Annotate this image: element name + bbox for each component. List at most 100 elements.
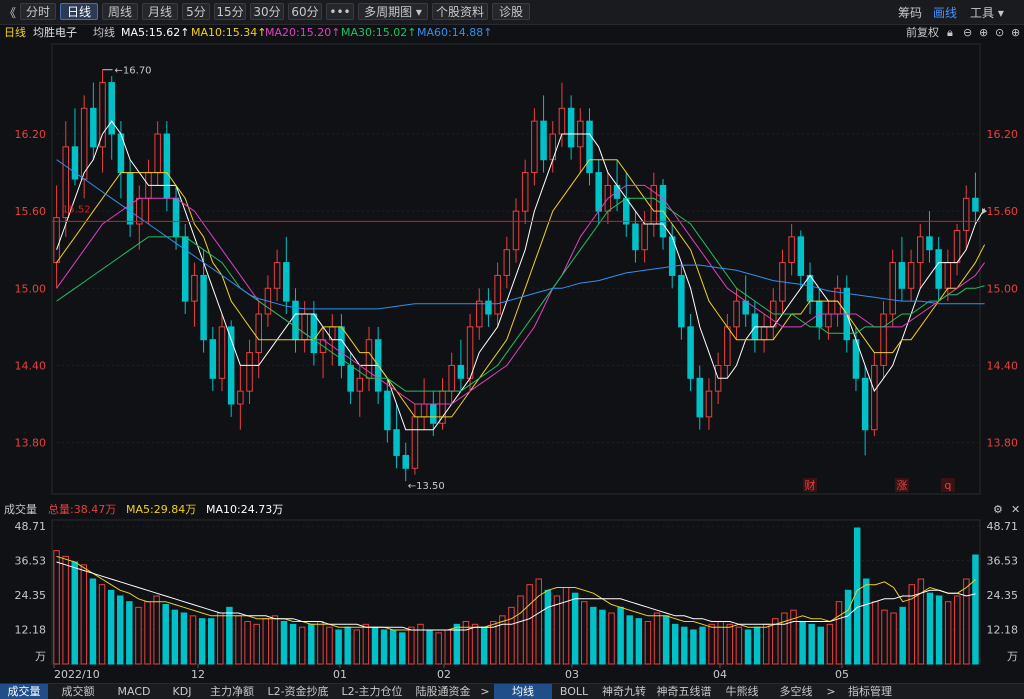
volume-bar[interactable] bbox=[608, 612, 615, 665]
volume-bar[interactable] bbox=[908, 584, 915, 665]
volume-bar[interactable] bbox=[581, 601, 588, 665]
volume-bar[interactable] bbox=[535, 578, 542, 665]
bottom-tab-2[interactable]: MACD bbox=[108, 684, 160, 699]
volume-bar[interactable] bbox=[62, 555, 69, 665]
volume-bar[interactable] bbox=[717, 621, 724, 665]
candle-body[interactable] bbox=[650, 184, 658, 225]
volume-bar[interactable] bbox=[380, 629, 388, 665]
candle-body[interactable] bbox=[586, 120, 593, 174]
candle-body[interactable] bbox=[494, 274, 501, 315]
volume-bar[interactable] bbox=[844, 589, 852, 665]
candle-body[interactable] bbox=[797, 236, 805, 276]
candle-body[interactable] bbox=[825, 313, 832, 328]
volume-bar[interactable] bbox=[444, 629, 451, 665]
candle-body[interactable] bbox=[678, 274, 685, 328]
volume-bar[interactable] bbox=[399, 632, 406, 665]
candle-body[interactable] bbox=[540, 120, 547, 161]
volume-bar[interactable] bbox=[107, 589, 115, 665]
volume-bar[interactable] bbox=[762, 623, 770, 665]
candle-body[interactable] bbox=[926, 236, 933, 251]
candle-body[interactable] bbox=[485, 300, 492, 315]
volume-bar[interactable] bbox=[244, 621, 251, 665]
candle-body[interactable] bbox=[724, 326, 731, 366]
volume-bar[interactable] bbox=[808, 623, 815, 665]
bottom-tab-3[interactable]: KDJ bbox=[162, 684, 202, 699]
candle-body[interactable] bbox=[255, 313, 262, 354]
volume-bar[interactable] bbox=[708, 623, 715, 665]
candle-body[interactable] bbox=[420, 403, 428, 418]
volume-bar[interactable] bbox=[726, 623, 734, 665]
candle-body[interactable] bbox=[972, 197, 979, 212]
volume-bar[interactable] bbox=[353, 629, 361, 665]
candle-body[interactable] bbox=[356, 377, 364, 392]
volume-bar[interactable] bbox=[298, 626, 306, 665]
volume-bar[interactable] bbox=[362, 623, 370, 665]
candle-body[interactable] bbox=[393, 429, 400, 456]
candle-body[interactable] bbox=[521, 172, 529, 212]
bottom-tab-1[interactable]: 成交额 bbox=[50, 684, 106, 699]
candle-body[interactable] bbox=[347, 364, 354, 392]
volume-close-icon[interactable]: ✕ bbox=[1011, 501, 1020, 519]
candle-body[interactable] bbox=[237, 390, 244, 405]
candle-body[interactable] bbox=[402, 454, 409, 469]
volume-bar[interactable] bbox=[671, 623, 679, 665]
candle-body[interactable] bbox=[558, 107, 566, 135]
candle-body[interactable] bbox=[448, 364, 455, 392]
candle-body[interactable] bbox=[889, 262, 896, 315]
volume-bar[interactable] bbox=[653, 612, 661, 665]
volume-bar[interactable] bbox=[935, 595, 943, 665]
volume-bar[interactable] bbox=[899, 606, 906, 665]
volume-bar[interactable] bbox=[389, 629, 397, 665]
volume-bar[interactable] bbox=[344, 626, 351, 665]
volume-bar[interactable] bbox=[853, 527, 861, 665]
volume-bar[interactable] bbox=[863, 578, 870, 665]
volume-bar[interactable] bbox=[280, 621, 288, 665]
volume-bar[interactable] bbox=[972, 554, 979, 665]
volume-bar[interactable] bbox=[826, 623, 834, 665]
volume-bar[interactable] bbox=[408, 626, 415, 665]
volume-bar[interactable] bbox=[963, 578, 970, 665]
volume-bar[interactable] bbox=[189, 615, 197, 665]
candle-body[interactable] bbox=[154, 133, 161, 174]
candle-body[interactable] bbox=[163, 133, 171, 199]
candle-body[interactable] bbox=[136, 197, 143, 225]
candle-body[interactable] bbox=[705, 390, 713, 418]
volume-bar[interactable] bbox=[480, 626, 488, 665]
volume-bar[interactable] bbox=[335, 629, 342, 665]
bottom-tab-4[interactable]: 主力净额 bbox=[204, 684, 260, 699]
candle-body[interactable] bbox=[567, 107, 575, 148]
volume-bar[interactable] bbox=[326, 626, 333, 665]
volume-bar[interactable] bbox=[53, 550, 60, 665]
volume-bar[interactable] bbox=[126, 601, 133, 665]
candle-body[interactable] bbox=[788, 236, 795, 264]
candle-body[interactable] bbox=[338, 326, 345, 366]
volume-bar[interactable] bbox=[253, 623, 260, 665]
candle-body[interactable] bbox=[466, 326, 474, 379]
candle-body[interactable] bbox=[632, 223, 639, 251]
volume-bar[interactable] bbox=[235, 615, 242, 665]
kline-chart[interactable]: 16.20 16.20 15.60 15.60 15.00 15.00 14.40 14.40… bbox=[0, 0, 1024, 698]
candle-body[interactable] bbox=[172, 197, 180, 238]
volume-bar[interactable] bbox=[835, 601, 843, 665]
volume-bar[interactable] bbox=[544, 589, 552, 665]
bottom-tab-15[interactable]: > bbox=[824, 684, 838, 699]
volume-bar[interactable] bbox=[153, 595, 160, 665]
candle-body[interactable] bbox=[53, 217, 60, 264]
volume-bar[interactable] bbox=[590, 606, 597, 665]
candle-body[interactable] bbox=[457, 364, 465, 379]
volume-bar[interactable] bbox=[471, 623, 479, 665]
candle-body[interactable] bbox=[871, 364, 878, 431]
bottom-tab-16[interactable]: 指标管理 bbox=[840, 684, 900, 699]
candle-body[interactable] bbox=[209, 339, 217, 379]
volume-bar[interactable] bbox=[71, 561, 78, 665]
candle-body[interactable] bbox=[880, 313, 887, 366]
bottom-tab-8[interactable]: > bbox=[478, 684, 492, 699]
candle-body[interactable] bbox=[301, 313, 308, 341]
candle-body[interactable] bbox=[503, 249, 511, 276]
candle-body[interactable] bbox=[430, 403, 437, 424]
bottom-tab-0[interactable]: 成交量 bbox=[0, 684, 48, 699]
candle-body[interactable] bbox=[310, 313, 318, 354]
volume-bar[interactable] bbox=[599, 609, 606, 665]
volume-bar[interactable] bbox=[526, 584, 533, 665]
volume-bar[interactable] bbox=[799, 621, 806, 665]
